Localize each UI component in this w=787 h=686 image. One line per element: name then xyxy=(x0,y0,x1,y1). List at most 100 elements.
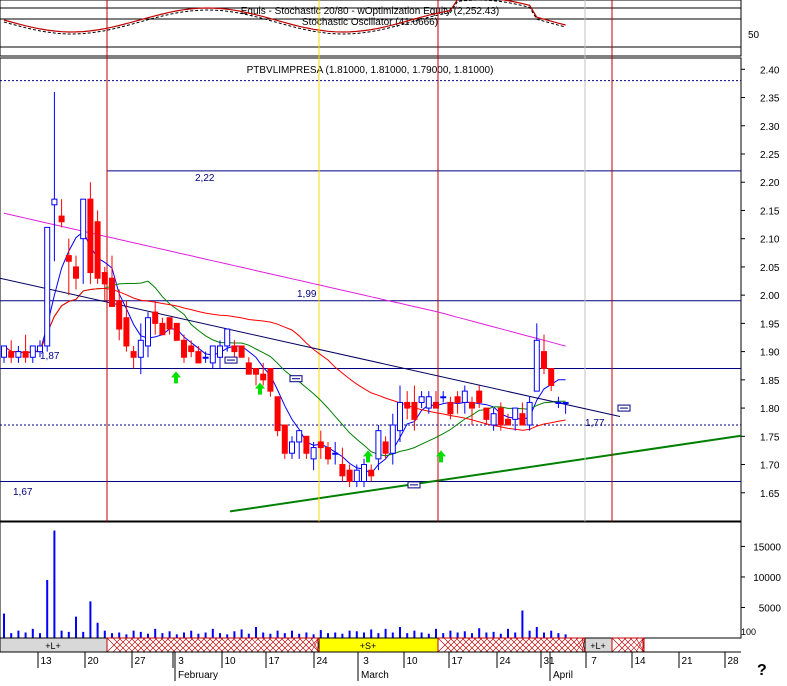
candle-body xyxy=(159,322,166,336)
candle-body xyxy=(188,345,195,353)
candle-body xyxy=(317,441,324,449)
candle-body xyxy=(87,198,94,274)
candle-body xyxy=(123,317,130,347)
candle-body xyxy=(44,226,51,347)
candle-body xyxy=(173,322,180,341)
date-tick-label: 3 xyxy=(178,656,184,667)
candle-body xyxy=(325,447,331,460)
candle-body xyxy=(281,424,288,454)
candle-body xyxy=(555,401,562,404)
candle-body xyxy=(224,328,231,347)
candle-body xyxy=(202,356,209,359)
oscillator-title: Equis - Stochastic 20/80 - wOptimization… xyxy=(241,6,499,17)
date-tick-label: 13 xyxy=(40,656,52,667)
candle-body xyxy=(310,447,317,460)
price-tick-label: 2.40 xyxy=(760,65,780,76)
oscillator-tick-label: 50 xyxy=(748,30,760,41)
candle-body xyxy=(368,469,375,477)
candle-body xyxy=(541,351,547,370)
date-tick-label: 27 xyxy=(134,656,146,667)
price-axis: 1.65 1.70 1.75 1.80 1.85 1.90 1.95 2.00 2.05 2.10… xyxy=(741,65,780,500)
candle-body xyxy=(166,317,173,330)
candle-body xyxy=(512,407,519,420)
strip-flat-2 xyxy=(437,637,586,653)
date-tick-label: 24 xyxy=(316,656,328,667)
date-tick-label: 21 xyxy=(681,656,693,667)
candle-body xyxy=(29,345,36,358)
candle-body xyxy=(526,401,533,426)
price-tick-label: 2.35 xyxy=(760,94,780,105)
signal-strip: +L+ +S+ +L+ xyxy=(0,637,645,653)
candle-body xyxy=(116,300,123,330)
strip-short xyxy=(318,637,439,653)
candle-body xyxy=(109,277,115,307)
candle-body xyxy=(483,407,490,420)
candle-body xyxy=(195,351,202,364)
date-tick-label: 14 xyxy=(634,656,646,667)
volume-panel xyxy=(0,521,742,639)
volume-tick-label: 5000 xyxy=(759,603,782,614)
candle-body xyxy=(296,430,303,443)
candle-body xyxy=(253,368,259,375)
candle-body xyxy=(346,469,353,482)
candle-body xyxy=(533,339,540,392)
candle-body xyxy=(461,390,468,403)
price-tick-label: 2.20 xyxy=(760,178,780,189)
candle-body xyxy=(231,345,238,353)
candle-body xyxy=(145,317,151,347)
price-tick-label: 1.75 xyxy=(760,432,780,443)
month-label: February xyxy=(178,670,218,681)
level-label-1-77: 1,77 xyxy=(585,418,605,429)
date-tick-label: 10 xyxy=(224,656,236,667)
candle-body xyxy=(73,266,79,279)
candle-body xyxy=(397,401,403,432)
candle-body xyxy=(497,407,504,426)
candle-body xyxy=(447,401,454,415)
candle-body xyxy=(382,441,389,454)
candle-body xyxy=(332,452,339,455)
date-tick-label: 3 xyxy=(363,656,369,667)
candle-body xyxy=(454,396,461,403)
candle-body xyxy=(1,345,7,358)
candle-body xyxy=(22,351,29,358)
level-label-1-87: 1,87 xyxy=(40,351,60,362)
candle-body xyxy=(361,464,367,482)
date-tick-label: 20 xyxy=(87,656,99,667)
date-tick-label: 7 xyxy=(591,656,597,667)
candle-body xyxy=(490,413,497,426)
volume-tick-100: 100 xyxy=(741,627,756,637)
price-tick-label: 2.00 xyxy=(760,291,780,302)
price-tick-label: 1.85 xyxy=(760,376,780,387)
candle-body xyxy=(137,339,144,358)
volume-tick-label: 10000 xyxy=(753,573,781,584)
date-tick-label: 28 xyxy=(727,656,739,667)
candle-body xyxy=(289,441,295,454)
candle-body xyxy=(15,351,22,358)
candle-body xyxy=(411,401,418,420)
candle-body xyxy=(353,469,360,482)
candle-body xyxy=(80,198,87,240)
price-tick-label: 2.30 xyxy=(760,122,780,133)
price-title: PTBVLIMPRESA (1.81000, 1.81000, 1.79000,… xyxy=(247,65,494,76)
candle-body xyxy=(389,424,396,454)
date-tick-label: 17 xyxy=(268,656,280,667)
month-label: March xyxy=(361,670,389,681)
date-tick-label: 17 xyxy=(451,656,463,667)
candle-body xyxy=(209,345,216,364)
candle-body xyxy=(274,396,281,432)
stock-chart: Equis - Stochastic 20/80 - wOptimization… xyxy=(0,0,787,681)
chart-canvas: Equis - Stochastic 20/80 - wOptimization… xyxy=(0,0,782,681)
candle-body xyxy=(267,368,274,392)
volume-tick-label: 15000 xyxy=(753,542,781,553)
price-tick-label: 2.10 xyxy=(760,235,780,246)
price-tick-label: 1.65 xyxy=(760,489,780,500)
date-tick-label: 31 xyxy=(543,656,555,667)
candle-body xyxy=(519,413,526,426)
candle-body xyxy=(51,198,58,206)
candle-body xyxy=(65,255,72,262)
candle-body xyxy=(238,345,245,358)
help-glyph[interactable]: ? xyxy=(757,662,767,679)
signal-label: +L+ xyxy=(45,641,61,651)
price-tick-label: 1.80 xyxy=(760,404,780,415)
candle-body xyxy=(425,396,432,409)
